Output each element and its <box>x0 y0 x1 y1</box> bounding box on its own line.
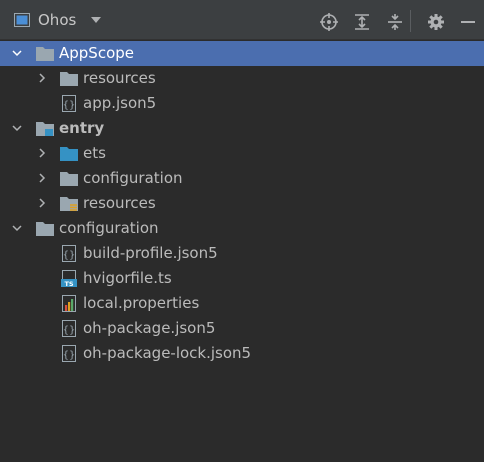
chevron-down-icon[interactable] <box>90 14 102 26</box>
locate-icon[interactable] <box>320 13 338 31</box>
tree-item-label: resources <box>83 194 156 212</box>
folder-icon <box>36 222 54 236</box>
tree-item-label: ets <box>83 144 106 162</box>
tree-item-label: oh-package-lock.json5 <box>83 344 252 362</box>
svg-text:TS: TS <box>64 280 73 287</box>
tree-item-label: local.properties <box>83 294 200 312</box>
collapse-all-icon[interactable] <box>386 13 404 31</box>
tree-row-resources[interactable]: resources <box>0 191 484 216</box>
svg-text:{}: {} <box>63 100 76 111</box>
tree-row-configuration[interactable]: configuration <box>0 216 484 241</box>
chevron-right-icon[interactable] <box>37 73 47 83</box>
json5-file-icon: {} <box>62 320 76 337</box>
tree-item-label: configuration <box>83 169 183 187</box>
tree-row-build-profile-json5[interactable]: {} build-profile.json5 <box>0 241 484 266</box>
chevron-down-icon[interactable] <box>12 223 22 233</box>
tree-item-label: resources <box>83 69 156 87</box>
tree-row-configuration[interactable]: configuration <box>0 166 484 191</box>
svg-text:{}: {} <box>63 350 76 361</box>
project-view-icon <box>14 13 30 27</box>
tree-item-label: entry <box>59 119 105 137</box>
tree-item-label: build-profile.json5 <box>83 244 218 262</box>
folder-icon <box>36 47 54 61</box>
json5-file-icon: {} <box>62 345 76 362</box>
toolbar-separator <box>410 10 411 32</box>
tree-row-app-json5[interactable]: {} app.json5 <box>0 91 484 116</box>
gear-icon[interactable] <box>427 13 445 31</box>
svg-text:{}: {} <box>63 325 76 336</box>
tree-row-ets[interactable]: ets <box>0 141 484 166</box>
view-selector[interactable]: Ohos <box>14 8 102 32</box>
folder-icon <box>60 172 78 186</box>
chevron-right-icon[interactable] <box>37 198 47 208</box>
tree-row-appscope[interactable]: AppScope <box>0 41 484 66</box>
minimize-icon[interactable] <box>459 13 477 31</box>
json5-file-icon: {} <box>62 245 76 262</box>
folder-icon <box>60 72 78 86</box>
chevron-down-icon[interactable] <box>12 123 22 133</box>
tree-row-hvigorfile-ts[interactable]: TS hvigorfile.ts <box>0 266 484 291</box>
typescript-file-icon: TS <box>61 270 77 287</box>
tree-item-label: hvigorfile.ts <box>83 269 172 287</box>
properties-file-icon <box>62 295 76 312</box>
tree-row-oh-package-lock-json5[interactable]: {} oh-package-lock.json5 <box>0 341 484 366</box>
view-title: Ohos <box>38 11 77 29</box>
expand-all-icon[interactable] <box>353 13 371 31</box>
svg-text:{}: {} <box>63 250 76 261</box>
tree-item-label: app.json5 <box>83 94 157 112</box>
tree-row-resources[interactable]: resources <box>0 66 484 91</box>
tree-row-oh-package-json5[interactable]: {} oh-package.json5 <box>0 316 484 341</box>
chevron-right-icon[interactable] <box>37 148 47 158</box>
json5-file-icon: {} <box>62 95 76 112</box>
tree-item-label: AppScope <box>59 44 134 62</box>
resources-folder-icon <box>60 197 78 211</box>
tree-item-label: oh-package.json5 <box>83 319 216 337</box>
tree-item-label: configuration <box>59 219 159 237</box>
project-toolbar: Ohos <box>0 0 484 40</box>
chevron-down-icon[interactable] <box>12 48 22 58</box>
tree-row-local-properties[interactable]: local.properties <box>0 291 484 316</box>
chevron-right-icon[interactable] <box>37 173 47 183</box>
tree-row-entry[interactable]: entry <box>0 116 484 141</box>
source-folder-icon <box>60 147 78 161</box>
module-folder-icon <box>36 122 54 136</box>
